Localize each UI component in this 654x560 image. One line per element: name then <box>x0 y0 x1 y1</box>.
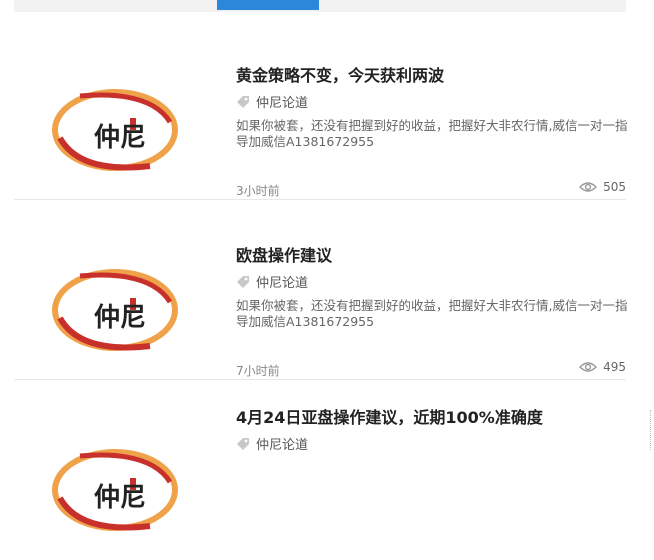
tag-label: 仲尼论道 <box>256 276 309 291</box>
article-thumbnail-logo[interactable]: 仲尼 <box>50 264 180 356</box>
tag-label: 仲尼论道 <box>256 438 309 453</box>
logo-text: 仲尼 <box>94 483 146 513</box>
tag-label: 仲尼论道 <box>256 96 309 111</box>
article-thumbnail-logo[interactable]: 仲尼 <box>50 84 180 176</box>
article-item[interactable]: 仲尼 4月24日亚盘操作建议，近期100%准确度 仲尼论道 <box>14 380 626 560</box>
article-item[interactable]: 仲尼 黄金策略不变，今天获利两波 仲尼论道 如果你被套，还没有把握到好的收益，把… <box>14 20 628 200</box>
scrollbar[interactable] <box>650 410 654 450</box>
article-excerpt: 如果你被套，还没有把握到好的收益，把握好大非农行情,威信一对一指导加威信A138… <box>236 118 628 149</box>
article-views: 495 <box>579 360 626 374</box>
article-time: 3小时前 <box>236 184 280 198</box>
view-count: 495 <box>603 360 626 374</box>
tab-bar <box>14 0 626 12</box>
article-tag[interactable]: 仲尼论道 <box>236 272 308 291</box>
logo-text: 仲尼 <box>94 123 146 153</box>
article-title[interactable]: 黄金策略不变，今天获利两波 <box>236 62 444 86</box>
article-time: 7小时前 <box>236 364 280 378</box>
logo-text: 仲尼 <box>94 303 146 333</box>
tag-icon <box>237 95 249 108</box>
view-count: 505 <box>603 180 626 194</box>
tab-active-indicator[interactable] <box>217 0 319 10</box>
article-excerpt: 如果你被套，还没有把握到好的收益，把握好大非农行情,威信一对一指导加威信A138… <box>236 298 628 329</box>
article-tag[interactable]: 仲尼论道 <box>236 434 308 453</box>
tag-icon <box>237 275 249 288</box>
tag-icon <box>237 437 249 450</box>
article-title[interactable]: 4月24日亚盘操作建议，近期100%准确度 <box>236 404 543 428</box>
article-title[interactable]: 欧盘操作建议 <box>236 242 332 266</box>
article-item[interactable]: 仲尼 欧盘操作建议 仲尼论道 如果你被套，还没有把握到好的收益，把握好大非农行情… <box>14 200 628 380</box>
article-tag[interactable]: 仲尼论道 <box>236 92 308 111</box>
article-views: 505 <box>579 180 626 194</box>
eye-icon <box>579 362 598 372</box>
eye-icon <box>579 182 598 192</box>
